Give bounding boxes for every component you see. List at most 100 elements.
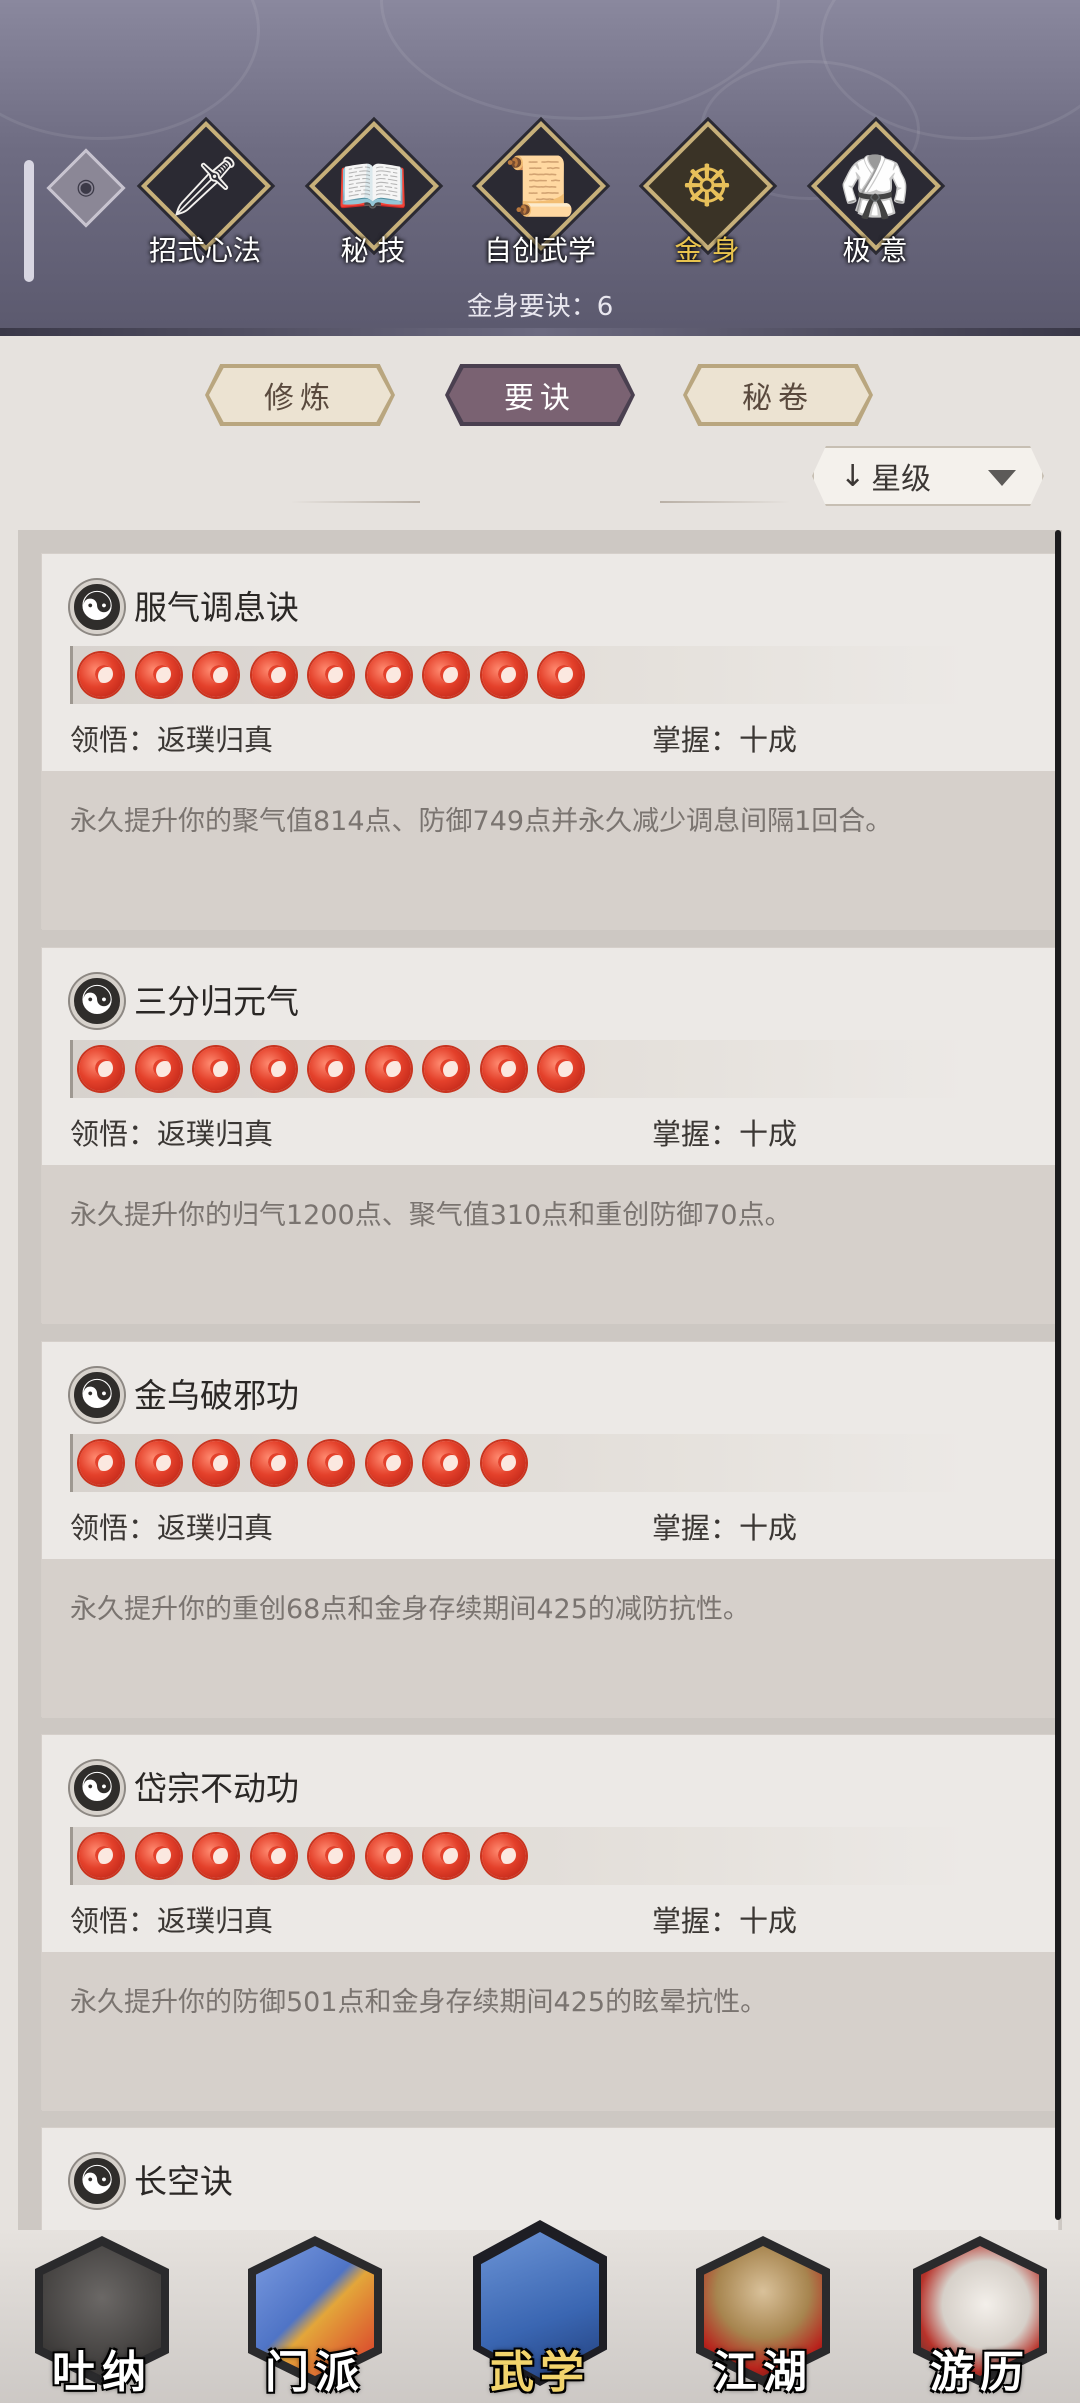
cloud-decoration (0, 0, 260, 140)
meditation-icon: ☸ (681, 152, 733, 220)
skill-name: 岱宗不动功 (134, 1769, 299, 1808)
nav-label: 江湖 (713, 2347, 813, 2398)
star-icon (424, 1047, 468, 1091)
nav-tuna[interactable]: 吐纳 (27, 2230, 177, 2403)
star-icon (251, 1441, 296, 1485)
yin-yang-icon: ☯ (70, 580, 124, 634)
star-icon (136, 1441, 181, 1485)
star-icon (481, 653, 526, 697)
star-rating (70, 1434, 970, 1492)
sort-label: 星级 (871, 462, 932, 497)
mastery-label: 掌握：十成 (652, 723, 798, 757)
sub-tab-label: 秘卷 (742, 381, 814, 416)
star-icon (309, 1834, 353, 1878)
nav-label: 门派 (265, 2347, 365, 2398)
book-icon: 📖 (336, 152, 410, 220)
skill-card[interactable]: ☯ 长空诀 (41, 2127, 1059, 2230)
nav-menpai[interactable]: 门派 (240, 2230, 390, 2403)
star-icon (539, 653, 583, 697)
top-tab-jiyi[interactable]: 🥋 极 意 (800, 120, 950, 275)
mastery-label: 掌握：十成 (652, 1511, 798, 1545)
top-tab-miji[interactable]: 📖 秘 技 (298, 120, 448, 275)
sub-tab-mijuan[interactable]: 秘卷 (683, 364, 873, 426)
nav-jianghu[interactable]: 江湖 (688, 2230, 838, 2403)
top-tab-jinshen[interactable]: ☸ 金 身 (632, 120, 782, 275)
skill-card[interactable]: ☯ 三分归元气 领悟：返璞归真 掌握：十成 永久提升你的归气1200点、聚气值3… (41, 947, 1059, 1324)
star-icon (309, 1441, 353, 1485)
sub-tab-yaojue[interactable]: 要诀 (445, 364, 635, 426)
sub-tab-xiulian[interactable]: 修炼 (205, 364, 395, 426)
top-tab-label: 秘 技 (340, 234, 406, 267)
comprehension-label: 领悟：返璞归真 (70, 723, 274, 757)
skill-card[interactable]: ☯ 服气调息诀 领悟：返璞归真 掌握：十成 永久提升你的聚气值814点、防御74… (41, 553, 1059, 930)
star-icon (366, 1834, 411, 1878)
star-icon (481, 1047, 526, 1091)
star-icon (309, 653, 353, 697)
top-tab-zichuang[interactable]: 📜 自创武学 (465, 120, 615, 275)
star-icon (194, 1441, 238, 1485)
sub-tab-label: 修炼 (264, 381, 336, 416)
skill-card[interactable]: ☯ 金乌破邪功 领悟：返璞归真 掌握：十成 永久提升你的重创68点和金身存续期间… (41, 1341, 1059, 1718)
star-icon (424, 1441, 468, 1485)
star-icon (79, 1834, 123, 1878)
star-icon (366, 1047, 411, 1091)
skill-description: 永久提升你的防御501点和金身存续期间425的眩晕抗性。 (70, 1987, 768, 2018)
eye-toggle-button[interactable]: ◉ (46, 148, 126, 228)
nav-label: 武学 (490, 2347, 590, 2398)
top-tab-label: 金 身 (674, 234, 740, 267)
bottom-nav: 吐纳 门派 武学 江湖 游历 (0, 2220, 1080, 2403)
eye-icon: ◉ (76, 175, 96, 200)
sub-tab-label: 要诀 (504, 381, 576, 416)
skill-description: 永久提升你的重创68点和金身存续期间425的减防抗性。 (70, 1594, 750, 1625)
star-icon (251, 653, 296, 697)
sword-icon: 🗡 (168, 152, 242, 220)
star-rating (70, 646, 970, 704)
chevron-down-icon (988, 470, 1016, 486)
star-icon (194, 1834, 238, 1878)
star-icon (79, 653, 123, 697)
nav-youli[interactable]: 游历 (905, 2230, 1055, 2403)
skill-name: 金乌破邪功 (134, 1376, 299, 1415)
star-icon (539, 1047, 583, 1091)
top-tab-label: 自创武学 (483, 234, 596, 267)
star-icon (136, 1834, 181, 1878)
star-icon (251, 1047, 296, 1091)
yin-yang-icon: ☯ (70, 1761, 124, 1815)
star-icon (136, 1047, 181, 1091)
skill-name: 三分归元气 (134, 982, 299, 1021)
comprehension-label: 领悟：返璞归真 (70, 1904, 274, 1938)
star-icon (194, 1047, 238, 1091)
skill-description: 永久提升你的归气1200点、聚气值310点和重创防御70点。 (70, 1200, 792, 1231)
star-icon (194, 653, 238, 697)
nav-wuxue[interactable]: 武学 (465, 2220, 615, 2403)
header-panel: ◉ 🗡 招式心法 📖 秘 技 📜 自创武学 ☸ 金 身 🥋 极 意 金身要诀：6 (0, 0, 1080, 336)
list-scrollbar[interactable] (1055, 530, 1061, 2220)
martial-stance-icon: 🥋 (838, 152, 912, 220)
star-icon (251, 1834, 296, 1878)
top-tab-label: 招式心法 (148, 234, 261, 267)
yin-yang-icon: ☯ (70, 974, 124, 1028)
star-icon (366, 1441, 411, 1485)
divider-decoration (660, 501, 790, 503)
star-icon (136, 653, 181, 697)
yin-yang-icon: ☯ (70, 1368, 124, 1422)
star-icon (424, 1834, 468, 1878)
star-icon (481, 1834, 526, 1878)
side-drawer-handle[interactable] (24, 160, 34, 282)
star-icon (309, 1047, 353, 1091)
top-tab-label: 极 意 (842, 234, 908, 267)
top-tab-zhaoshi[interactable]: 🗡 招式心法 (130, 120, 280, 275)
sort-arrow-icon: ↓ (840, 458, 866, 494)
star-icon (424, 653, 468, 697)
skill-name: 服气调息诀 (134, 588, 299, 627)
skill-card[interactable]: ☯ 岱宗不动功 领悟：返璞归真 掌握：十成 永久提升你的防御501点和金身存续期… (41, 1734, 1059, 2111)
mastery-label: 掌握：十成 (652, 1904, 798, 1938)
star-icon (481, 1441, 526, 1485)
sort-dropdown[interactable]: ↓ 星级 (812, 446, 1044, 506)
comprehension-label: 领悟：返璞归真 (70, 1511, 274, 1545)
divider-decoration (290, 501, 420, 503)
star-icon (79, 1441, 123, 1485)
skill-name: 长空诀 (134, 2162, 233, 2201)
skill-list[interactable]: ☯ 服气调息诀 领悟：返璞归真 掌握：十成 永久提升你的聚气值814点、防御74… (18, 530, 1062, 2230)
star-icon (366, 653, 411, 697)
